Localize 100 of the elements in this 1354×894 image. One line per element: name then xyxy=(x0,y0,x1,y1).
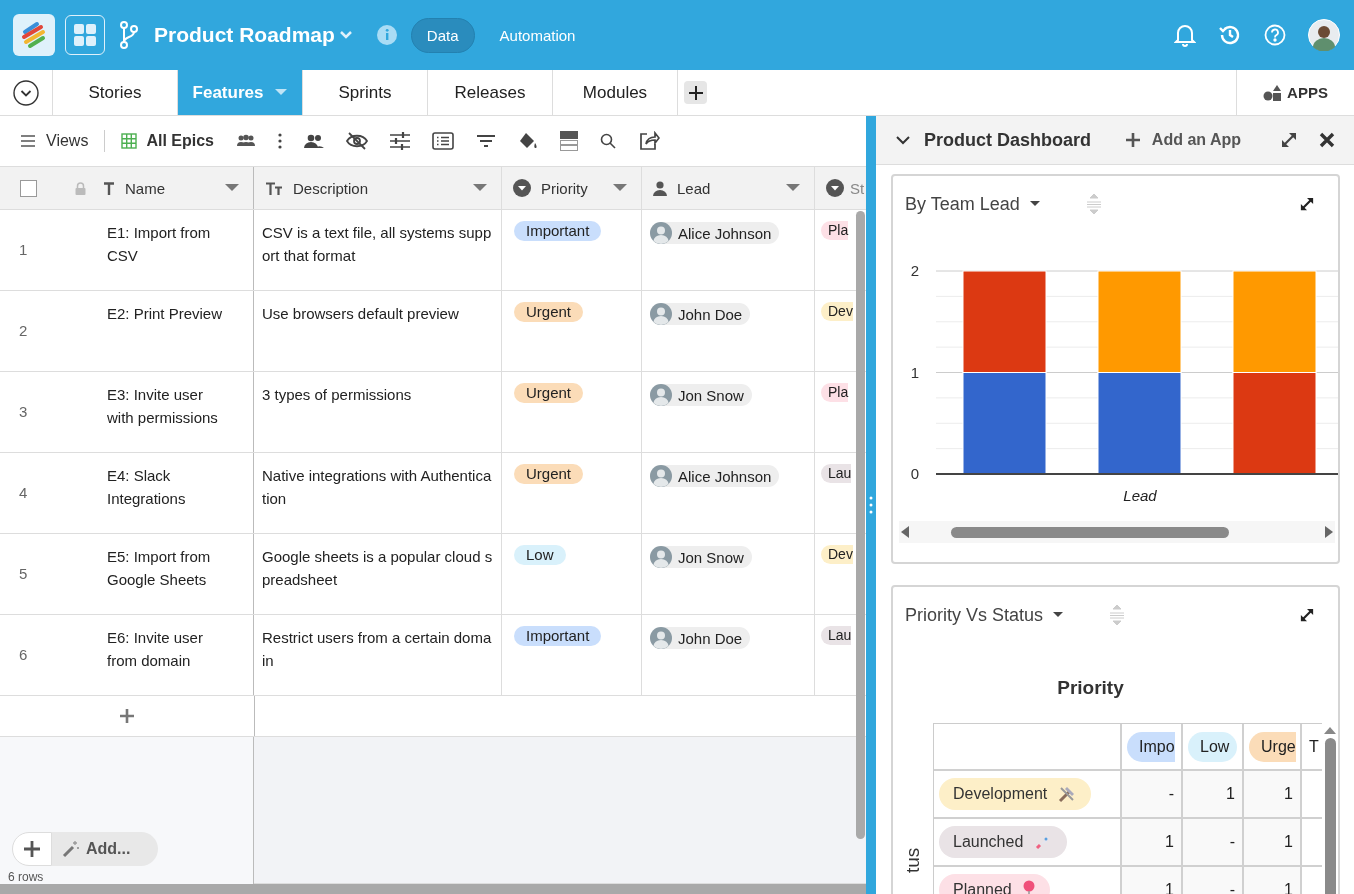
user-avatar[interactable] xyxy=(1308,19,1340,51)
filter-icon[interactable] xyxy=(475,134,496,148)
status-tag: Pla xyxy=(821,383,849,402)
add-button[interactable] xyxy=(12,832,52,866)
expand-icon[interactable] xyxy=(1300,197,1314,211)
table-cell-text: E5: Import from Google Sheets xyxy=(107,547,212,590)
widget-title[interactable]: Priority Vs Status xyxy=(905,604,1044,626)
hide-icon[interactable] xyxy=(345,132,368,150)
apps-grid-icon[interactable] xyxy=(65,15,105,55)
people-icon[interactable] xyxy=(303,134,324,148)
priority-tag: Urgent xyxy=(514,383,584,403)
apps-button[interactable]: APPS xyxy=(1236,70,1354,115)
row-height-icon[interactable] xyxy=(559,131,578,151)
priority-tag: Low xyxy=(1188,731,1238,762)
table-tab[interactable]: Modules xyxy=(553,70,678,115)
chevron-down-icon[interactable] xyxy=(896,135,910,145)
axis-title: Lead xyxy=(1123,487,1157,504)
close-icon[interactable] xyxy=(1319,132,1335,148)
branch-icon[interactable] xyxy=(119,20,139,50)
paint-bucket-icon[interactable] xyxy=(517,132,538,150)
scrollbar[interactable] xyxy=(856,211,865,839)
lead-chip: Alice Johnson xyxy=(650,222,780,244)
axis-tick-label: 2 xyxy=(910,262,919,279)
caret-icon[interactable] xyxy=(1029,201,1040,207)
column-header[interactable]: Lead xyxy=(677,179,711,197)
column-header[interactable]: Priority xyxy=(541,179,588,197)
pin-icon xyxy=(1021,880,1036,894)
dropdown-field-icon xyxy=(513,179,531,197)
row-number: 6 xyxy=(19,646,29,663)
row-number: 5 xyxy=(19,565,29,582)
collapse-icon[interactable] xyxy=(13,79,39,106)
axis-tick-label: 0 xyxy=(910,465,919,482)
add-row-icon[interactable] xyxy=(120,709,134,723)
view-selector[interactable]: All Epics xyxy=(121,132,214,150)
widget-title[interactable]: By Team Lead xyxy=(905,193,1020,215)
expand-icon[interactable] xyxy=(1300,608,1314,622)
status-tag: Launched xyxy=(939,826,1068,858)
lead-chip: Jon Snow xyxy=(650,546,752,568)
table-cell-text: 3 types of permissions xyxy=(262,385,413,405)
lead-chip: Jon Snow xyxy=(650,384,752,406)
table-tab[interactable]: Releases xyxy=(428,70,553,115)
add-field-button[interactable]: Add... xyxy=(52,832,158,866)
scrollbar[interactable] xyxy=(1324,738,1336,894)
app-logo-icon[interactable] xyxy=(13,14,55,56)
row-number: 4 xyxy=(19,484,29,501)
table-cell-text: Restrict users from a certain domain xyxy=(262,628,493,671)
priority-tag: Urge xyxy=(1249,731,1296,762)
lead-chip: Alice Johnson xyxy=(650,465,780,487)
drag-handle-icon[interactable] xyxy=(1109,605,1126,625)
notification-bell-icon[interactable] xyxy=(1174,23,1196,47)
scrollbar[interactable] xyxy=(0,884,866,894)
help-icon[interactable] xyxy=(1264,24,1286,46)
lock-icon xyxy=(75,181,86,195)
menu-icon[interactable] xyxy=(20,134,36,148)
pivot-cell: - xyxy=(1183,819,1244,865)
expand-icon[interactable] xyxy=(1281,132,1297,148)
avatar-icon xyxy=(650,465,672,487)
table-tab[interactable]: Sprints xyxy=(303,70,428,115)
dropdown-field-icon xyxy=(826,179,844,197)
priority-tag: Important xyxy=(514,626,602,646)
chart-scrollbar[interactable] xyxy=(899,521,1335,543)
priority-tag: Important xyxy=(514,221,602,241)
views-button[interactable]: Views xyxy=(20,132,89,150)
select-all-checkbox[interactable] xyxy=(20,179,37,197)
shapes-icon[interactable] xyxy=(1263,83,1284,102)
priority-tag: Urgent xyxy=(514,464,584,484)
avatar-icon xyxy=(650,627,672,649)
search-icon[interactable] xyxy=(599,133,616,149)
drag-handle-icon[interactable] xyxy=(1085,194,1102,214)
table-cell-text: E1: Import from CSV xyxy=(107,223,212,266)
share-icon[interactable] xyxy=(637,131,660,151)
pivot-cell: - xyxy=(1183,867,1244,894)
avatar-icon xyxy=(650,384,672,406)
magic-wand-icon[interactable] xyxy=(62,840,80,858)
drag-handle-icon[interactable] xyxy=(869,495,873,515)
history-icon[interactable] xyxy=(1218,23,1242,47)
sliders-icon[interactable] xyxy=(389,132,410,150)
plus-icon[interactable] xyxy=(24,841,40,857)
caret-icon[interactable] xyxy=(1053,612,1064,618)
group-icon[interactable] xyxy=(235,134,256,148)
add-app-button[interactable]: Add an App xyxy=(1119,130,1247,150)
avatar-icon xyxy=(650,303,672,325)
status-tag: Dev xyxy=(821,302,853,321)
priority-tag: Impo xyxy=(1127,731,1175,762)
list-icon[interactable] xyxy=(431,132,454,150)
status-tag: Development xyxy=(939,778,1092,810)
column-header[interactable]: Name xyxy=(125,179,165,197)
pivot-cell: 1 xyxy=(1244,771,1302,817)
grid-icon[interactable] xyxy=(121,133,138,149)
column-header[interactable]: Description xyxy=(293,179,369,197)
status-tag: Lau xyxy=(821,464,852,483)
more-options-icon[interactable] xyxy=(277,133,282,149)
table-cell-text: CSV is a text file, all systems support that format xyxy=(262,223,493,266)
plus-icon[interactable] xyxy=(1125,133,1140,147)
column-header: T xyxy=(1308,737,1319,756)
text-field-icon xyxy=(103,181,115,195)
axis-tick-label: 1 xyxy=(910,363,919,381)
nav-tab[interactable]: Data xyxy=(410,17,475,53)
scroll-up-icon[interactable] xyxy=(1324,725,1336,735)
status-tag: Pla xyxy=(821,221,849,240)
